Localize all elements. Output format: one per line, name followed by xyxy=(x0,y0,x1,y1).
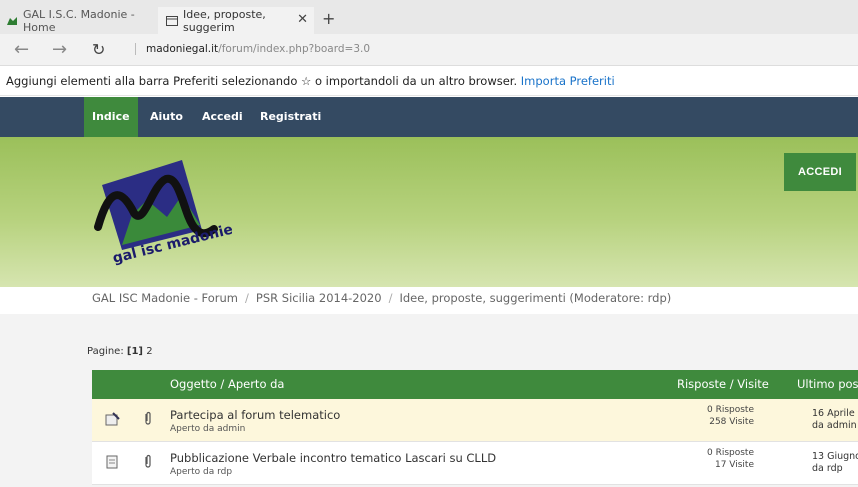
tab-title: Idee, proposte, suggerim xyxy=(183,7,266,34)
breadcrumb: GAL ISC Madonie - Forum / PSR Sicilia 2014… xyxy=(92,291,671,305)
refresh-icon[interactable]: ↻ xyxy=(92,40,105,59)
last-post-date[interactable]: 16 Aprile 2016 xyxy=(812,408,858,420)
last-post-author: da admin xyxy=(812,420,857,431)
url-field[interactable]: madoniegal.it/forum/index.php?board=3.0 xyxy=(135,43,370,55)
topic-table-header: Oggetto / Aperto da Risposte / Visite Ul… xyxy=(92,370,858,399)
login-button[interactable]: ACCEDI xyxy=(784,153,856,191)
topic-icon xyxy=(105,455,119,473)
attachment-icon xyxy=(144,411,152,429)
header-replies[interactable]: Risposte / Visite xyxy=(677,370,769,399)
header-subject[interactable]: Oggetto / Aperto da xyxy=(170,370,284,399)
topic-author: Aperto da admin xyxy=(170,424,245,434)
new-tab-icon[interactable]: + xyxy=(322,9,335,28)
pagination: Pagine: [1] 2 xyxy=(87,346,153,357)
topic-stats: 0 Risposte 258 Visite xyxy=(707,404,754,428)
address-bar: ← → ↻ madoniegal.it/forum/index.php?boar… xyxy=(0,34,858,66)
current-page: [1] xyxy=(126,346,143,357)
browser-tab-strip: GAL I.S.C. Madonie - Home Idee, proposte… xyxy=(0,0,858,34)
browser-tab-forum[interactable]: Idee, proposte, suggerim ✕ xyxy=(158,7,314,34)
nav-aiuto[interactable]: Aiuto xyxy=(150,97,183,137)
nav-registrati[interactable]: Registrati xyxy=(260,97,321,137)
views-count: 258 Visite xyxy=(709,417,754,427)
url-path: /forum/index.php?board=3.0 xyxy=(218,43,371,55)
topic-author: Aperto da rdp xyxy=(170,467,232,477)
last-post-info: 13 Giugno 2016 da rdp xyxy=(812,451,858,475)
import-favorites-link[interactable]: Importa Preferiti xyxy=(521,74,615,88)
site-logo[interactable]: gal isc madonie xyxy=(92,155,235,279)
sticky-topic-icon xyxy=(105,412,121,430)
tab-title: GAL I.S.C. Madonie - Home xyxy=(23,7,135,34)
browser-tab-home[interactable]: GAL I.S.C. Madonie - Home xyxy=(0,7,158,34)
breadcrumb-separator: / xyxy=(245,291,249,305)
nav-accedi[interactable]: Accedi xyxy=(202,97,243,137)
attachment-icon xyxy=(144,454,152,472)
table-row: Partecipa al forum telematico Aperto da … xyxy=(92,399,858,442)
page-icon xyxy=(166,15,178,26)
last-post-author: da rdp xyxy=(812,463,843,474)
breadcrumb-forum[interactable]: GAL ISC Madonie - Forum xyxy=(92,291,238,305)
views-count: 17 Visite xyxy=(714,460,754,470)
header-banner: gal isc madonie ACCEDI xyxy=(0,137,858,287)
author-link[interactable]: admin xyxy=(217,424,245,434)
breadcrumb-separator: / xyxy=(388,291,393,305)
last-post-date[interactable]: 13 Giugno 2016 xyxy=(812,451,858,463)
topic-title-link[interactable]: Pubblicazione Verbale incontro tematico … xyxy=(170,451,496,465)
back-icon[interactable]: ← xyxy=(14,39,29,60)
page-link[interactable]: 2 xyxy=(146,346,152,357)
author-label: Aperto da xyxy=(170,467,215,477)
close-tab-icon[interactable]: ✕ xyxy=(297,12,308,27)
nav-indice[interactable]: Indice xyxy=(84,97,138,137)
site-navigation: Indice Aiuto Accedi Registrati xyxy=(0,97,858,137)
url-domain: madoniegal.it xyxy=(146,43,219,55)
favorites-hint-bar: Aggiungi elementi alla barra Preferiti s… xyxy=(0,66,858,96)
author-link[interactable]: rdp xyxy=(217,467,232,477)
topic-title-link[interactable]: Partecipa al forum telematico xyxy=(170,408,340,422)
pagination-label: Pagine: xyxy=(87,346,124,357)
header-last-post[interactable]: Ultimo post xyxy=(797,370,858,399)
author-label: Aperto da xyxy=(170,424,215,434)
breadcrumb-current: Idee, proposte, suggerimenti (Moderatore… xyxy=(399,291,672,305)
topic-stats: 0 Risposte 17 Visite xyxy=(707,447,754,471)
board-content: Pagine: [1] 2 Oggetto / Aperto da Rispos… xyxy=(0,314,858,487)
site-favicon-icon xyxy=(6,16,18,26)
forward-icon[interactable]: → xyxy=(52,39,67,60)
replies-count: 0 Risposte xyxy=(706,448,754,458)
favorites-hint-text: Aggiungi elementi alla barra Preferiti s… xyxy=(6,74,518,88)
table-row: Pubblicazione Verbale incontro tematico … xyxy=(92,442,858,485)
breadcrumb-board-group[interactable]: PSR Sicilia 2014-2020 xyxy=(256,291,382,305)
last-post-info: 16 Aprile 2016 da admin xyxy=(812,408,858,432)
replies-count: 0 Risposte xyxy=(706,405,754,415)
